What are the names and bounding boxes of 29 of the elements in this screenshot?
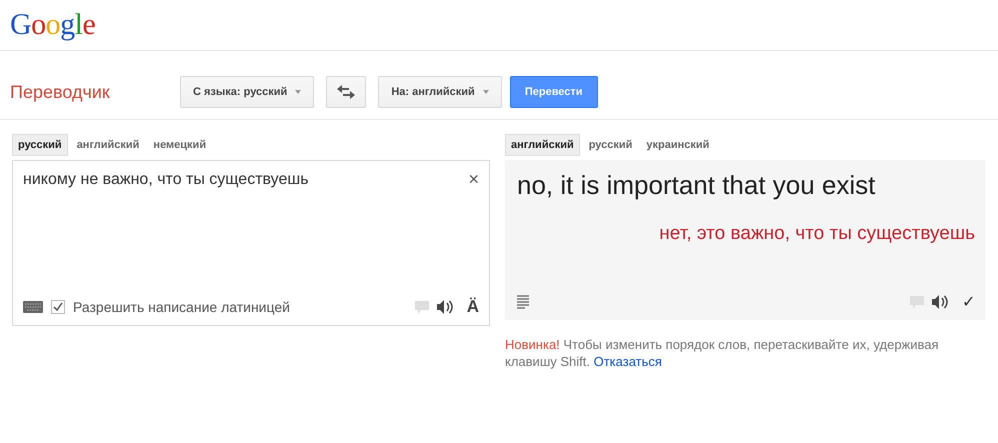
page-title: Переводчик [10,82,111,102]
keyboard-icon[interactable] [23,301,43,313]
google-logo[interactable]: Google [10,8,96,42]
swap-arrows-icon [337,85,356,99]
source-text: никому не важно, что ты существуешь [23,171,309,189]
checkbox[interactable] [51,300,65,314]
language-tab[interactable]: немецкий [148,134,212,156]
dismiss-link[interactable]: Отказаться [594,354,662,369]
speaker-icon[interactable] [932,295,948,309]
language-tab[interactable]: украинский [641,134,714,156]
checkbox-label[interactable]: Разрешить написание латиницей [73,299,290,315]
language-tab[interactable]: русский [12,134,68,156]
swap-languages-button[interactable] [326,76,366,108]
caret-icon [482,90,489,94]
language-tab[interactable]: английский [72,134,144,156]
target-language-dropdown[interactable]: На: английский [378,76,502,108]
caret-icon [295,90,302,94]
back-translation-text: нет, это важно, что ты существуешь [658,223,975,245]
language-tab[interactable]: русский [584,134,638,156]
translation-text: no, it is important that you exist [517,170,876,201]
list-icon[interactable] [517,295,529,309]
check-button[interactable]: ✓ [956,292,975,312]
source-text-field[interactable]: никому не важно, что ты существуешь × Разрешить написание латиницей Ä [12,160,490,326]
accent-button[interactable]: Ä [460,297,479,317]
language-tab[interactable]: английский [505,134,580,156]
speaker-icon[interactable] [436,300,453,314]
notice-text: Новинка! Чтобы изменить порядок слов, перетаскивайте их, удерживая клавишу Shift. Отказаться [505,336,940,370]
source-language-dropdown[interactable]: С языка: русский [180,76,314,108]
clear-button[interactable]: × [468,171,479,187]
